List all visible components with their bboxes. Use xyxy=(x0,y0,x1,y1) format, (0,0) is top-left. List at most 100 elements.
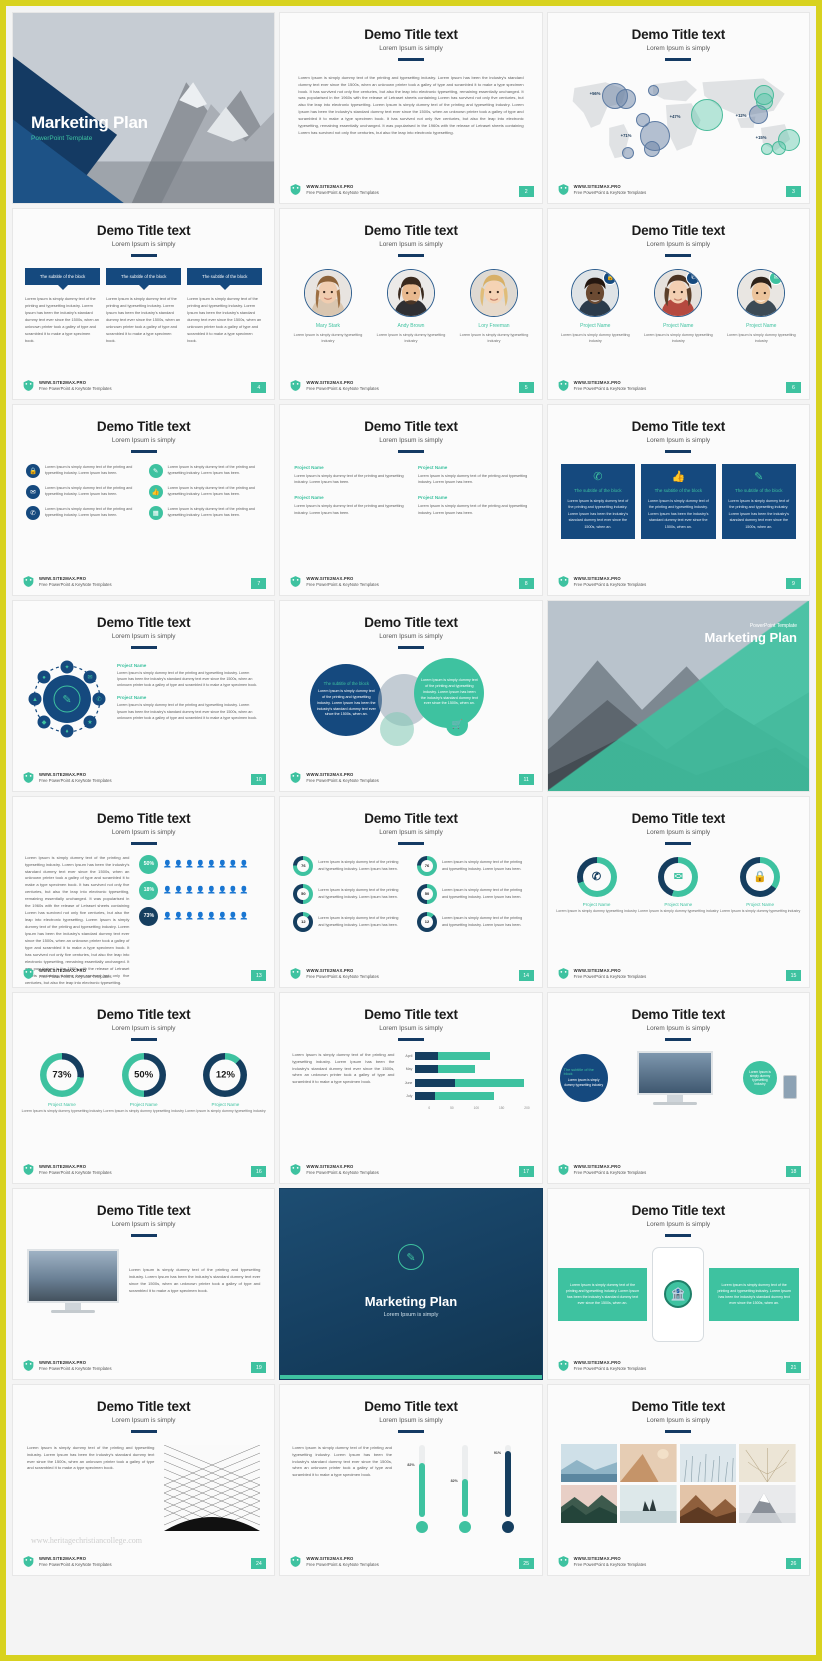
slide-25-thermometers[interactable]: Demo Title text Lorem Ipsum is simply Lo… xyxy=(279,1384,543,1576)
bar-category: April xyxy=(405,1053,413,1058)
cover-subtitle: PowerPoint Template xyxy=(31,135,93,142)
tablet-device xyxy=(783,1074,797,1099)
card-body: Lorem Ipsum is simply dummy text of the … xyxy=(647,498,709,529)
site-logo-icon xyxy=(557,1555,570,1568)
slide-13-people-stats[interactable]: Demo Title text Lorem Ipsum is simply Lo… xyxy=(12,796,276,988)
body-paragraph: Lorem Ipsum is simply dummy text of the … xyxy=(27,1444,155,1471)
page-title: Demo Title text xyxy=(364,27,458,42)
donut-chart: 50 xyxy=(416,883,437,904)
svg-text:✎: ✎ xyxy=(62,694,71,706)
donut-chart: 12% xyxy=(203,1052,248,1097)
slide-20-section-cover[interactable]: ✎ Marketing Plan Lorem Ipsum is simply xyxy=(279,1188,543,1380)
slide-7-icon-grid[interactable]: Demo Title text Lorem Ipsum is simply 🔒 … xyxy=(12,404,276,596)
world-map-chart: +56% +47% +12% +71% +15% xyxy=(558,69,800,164)
donut-chart: 🔒 xyxy=(740,856,781,897)
slide-12-cover-photo[interactable]: PowerPoint Template Marketing Plan xyxy=(546,600,810,792)
person-icon: 👤 xyxy=(174,912,184,920)
slide-19-monitor-text[interactable]: Demo Title text Lorem Ipsum is simply Lo… xyxy=(12,1188,276,1380)
title-rule xyxy=(397,254,424,257)
page-title: Demo Title text xyxy=(96,223,191,238)
title-rule xyxy=(130,254,157,257)
map-label: +47% xyxy=(669,113,681,119)
project-name: Project Name xyxy=(664,901,693,907)
person-icon: 👤 xyxy=(239,912,249,920)
slide-16-donut-percent[interactable]: Demo Title text Lorem Ipsum is simply 73… xyxy=(12,992,276,1184)
feature-text: Lorem Ipsum is simply dummy text of the … xyxy=(167,485,255,496)
slide-8-two-column[interactable]: Demo Title text Lorem Ipsum is simply Pr… xyxy=(279,404,543,596)
slide-24-mesh[interactable]: Demo Title text Lorem Ipsum is simply Lo… xyxy=(12,1384,276,1576)
slide-10-gear[interactable]: Demo Title text Lorem Ipsum is simply ✦ ✉ xyxy=(12,600,276,792)
site-logo-icon xyxy=(557,1163,570,1176)
stat-row: 73% 👤 👤 👤 👤 👤 👤 👤 👤 xyxy=(139,906,262,926)
lock-icon: 🔒 xyxy=(746,862,775,891)
footer: WWW.SITE2MAX.PRO Free PowerPoint & KeyNo… xyxy=(557,1555,647,1568)
title-rule xyxy=(130,1038,157,1041)
map-bubble xyxy=(615,88,636,109)
slide-17-bar-chart[interactable]: Demo Title text Lorem Ipsum is simply Lo… xyxy=(279,992,543,1184)
slide-11-bubbles[interactable]: Demo Title text Lorem Ipsum is simply Th… xyxy=(279,600,543,792)
donut-stat: 🔒 Project Name Lorem Ipsum is simply dum… xyxy=(720,856,801,915)
slide-21-phone[interactable]: Demo Title text Lorem Ipsum is simply Lo… xyxy=(546,1188,810,1380)
slide-1-cover[interactable]: Marketing Plan PowerPoint Template xyxy=(12,12,276,204)
phone-icon: ✆ xyxy=(26,505,40,520)
footer-tagline: Free PowerPoint & KeyNote Templates xyxy=(573,1561,647,1567)
slide-15-donut-icons[interactable]: Demo Title text Lorem Ipsum is simply ✆ … xyxy=(546,796,810,988)
slide-grid: Marketing Plan PowerPoint Template Demo … xyxy=(6,6,816,1655)
column-block: Project Name Lorem Ipsum is simply dummy… xyxy=(294,465,404,486)
cover-title: Marketing Plan xyxy=(31,113,148,132)
slide-5-team[interactable]: Demo Title text Lorem Ipsum is simply Ma… xyxy=(279,208,543,400)
pencil-icon: ✎ xyxy=(754,470,764,483)
donut-percent: 12 xyxy=(215,1069,227,1081)
project-name: Project Name xyxy=(582,901,611,907)
footer: WWW.SITE2MAX.PRO Free PowerPoint & KeyNo… xyxy=(289,379,379,392)
site-logo-icon xyxy=(289,379,302,392)
slide-4-callouts[interactable]: Demo Title text Lorem Ipsum is simply Th… xyxy=(12,208,276,400)
slide-14-donut-list[interactable]: Demo Title text Lorem Ipsum is simply 76… xyxy=(279,796,543,988)
person-icon: 👤 xyxy=(196,886,205,894)
lock-icon: 🔒 xyxy=(603,270,618,285)
project-name: Project Name xyxy=(580,322,611,329)
axis-tick: 50 xyxy=(450,1105,454,1110)
donut-value: 12% xyxy=(209,1059,241,1091)
photo-gallery xyxy=(560,1443,796,1523)
svg-text:★: ★ xyxy=(87,719,92,726)
card-body: Lorem Ipsum is simply dummy text of the … xyxy=(567,498,629,529)
slide-26-photo-grid[interactable]: Demo Title text Lorem Ipsum is simply WW… xyxy=(546,1384,810,1576)
project-name: Project Name xyxy=(211,1101,240,1107)
donut-stat: 12% Project Name Lorem Ipsum is simply d… xyxy=(185,1052,266,1115)
cover-subtitle: Lorem Ipsum is simply xyxy=(383,1312,439,1318)
title-rule xyxy=(397,450,424,453)
donut-chart: 12 xyxy=(293,911,314,932)
mail-icon: ✉ xyxy=(769,270,784,285)
body-paragraph: Lorem Ipsum is simply dummy text of the … xyxy=(298,74,524,136)
gallery-photo xyxy=(620,1484,677,1523)
gallery-photo xyxy=(679,1443,737,1482)
mesh-structure-illustration xyxy=(164,1444,261,1531)
footer: WWW.SITE2MAX.PRO Free PowerPoint & KeyNo… xyxy=(557,1359,646,1372)
project-name: Project Name xyxy=(417,494,448,500)
gallery-photo xyxy=(679,1484,737,1523)
callout-title: The subtitle of the block xyxy=(25,267,101,290)
column-block: Project Name Lorem Ipsum is simply dummy… xyxy=(418,465,528,486)
slide-2-text[interactable]: Demo Title text Lorem Ipsum is simply Lo… xyxy=(279,12,543,204)
slide-9-cards[interactable]: Demo Title text Lorem Ipsum is simply ✆ … xyxy=(546,404,810,596)
slide-6-team-badge[interactable]: Demo Title text Lorem Ipsum is simply 🔒 … xyxy=(546,208,810,400)
callout-block: The subtitle of the block Lorem Ipsum is… xyxy=(106,267,182,344)
title-rule xyxy=(665,58,692,61)
slide-18-monitor[interactable]: Demo Title text Lorem Ipsum is simply Th… xyxy=(546,992,810,1184)
person-icon: 👤 xyxy=(185,912,194,920)
footer-tagline: Free PowerPoint & KeyNote Templates xyxy=(306,973,379,979)
stat-value: 18% xyxy=(139,880,159,900)
thermometer-value: 82% xyxy=(450,1478,458,1483)
person-icon: 👤 xyxy=(239,886,249,894)
title-rule xyxy=(130,1430,157,1433)
thermometer-value: 82% xyxy=(407,1462,415,1467)
slide-number: 25 xyxy=(518,1558,534,1569)
bubble-body: Lorem Ipsum is simply dummy typesetting … xyxy=(564,1077,604,1087)
project-name: Project Name xyxy=(117,662,147,668)
page-subtitle: Lorem Ipsum is simply xyxy=(379,1025,443,1032)
bubble-body: Lorem Ipsum is simply dummy text of the … xyxy=(420,677,478,706)
slide-number: 26 xyxy=(786,1558,801,1569)
page-subtitle: Lorem Ipsum is simply xyxy=(646,241,711,248)
slide-3-map[interactable]: Demo Title text Lorem Ipsum is simply +5… xyxy=(546,12,810,204)
